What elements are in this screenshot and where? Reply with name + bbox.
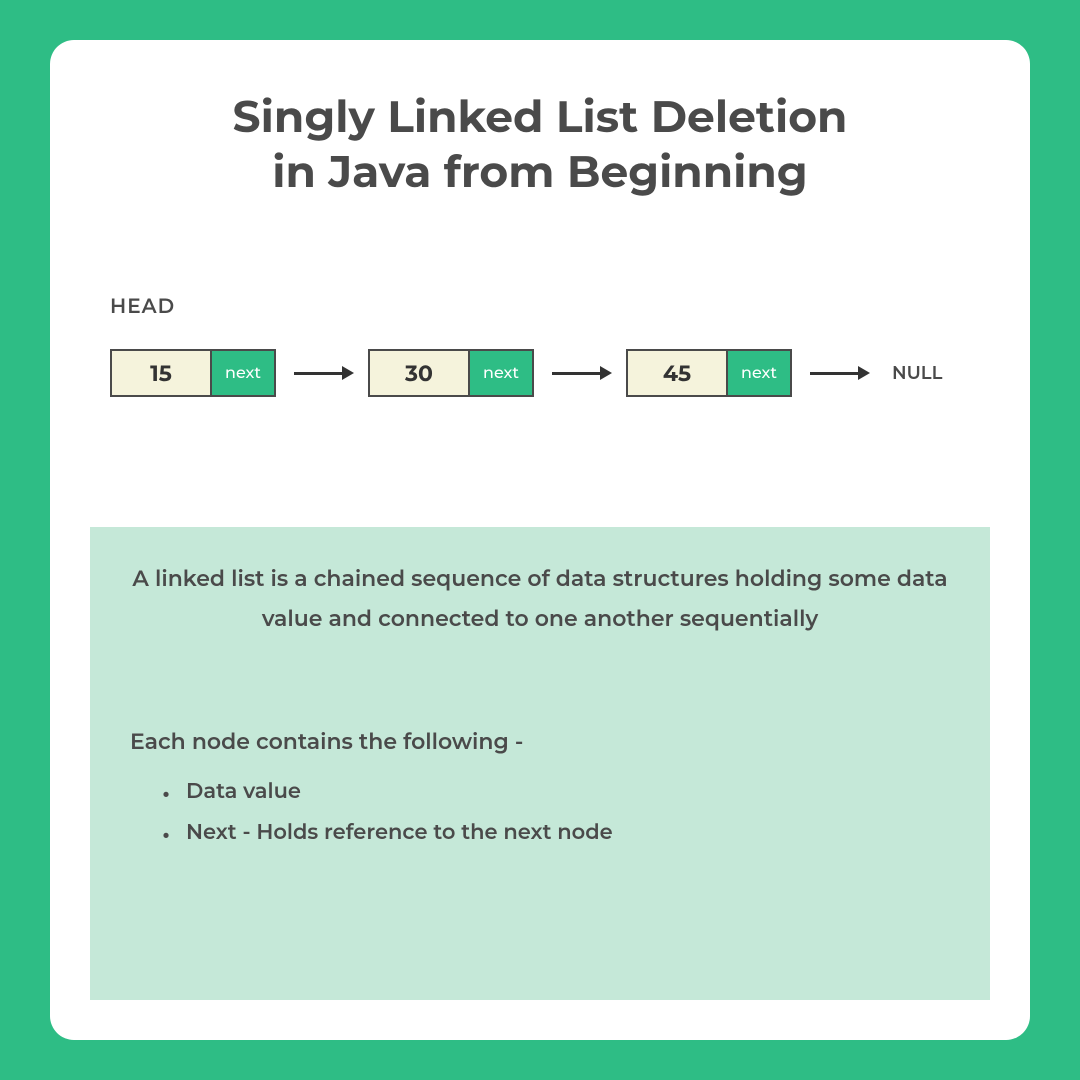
list-item: Data value [162,779,950,804]
node-value: 45 [628,351,728,395]
subtitle-text: Each node contains the following - [130,728,950,755]
node-next-pointer: next [212,351,274,395]
node-2: 30 next [368,349,534,397]
linked-list-nodes: 15 next 30 next 45 next [110,349,990,397]
node-value: 30 [370,351,470,395]
arrow-icon [552,366,612,380]
title-line-2: in Java from Beginning [272,145,808,199]
arrow-icon [294,366,354,380]
null-label: NULL [892,362,942,384]
page-title: Singly Linked List Deletion in Java from… [90,90,990,200]
linked-list-diagram: HEAD 15 next 30 next [90,295,990,397]
node-next-pointer: next [728,351,790,395]
title-line-1: Singly Linked List Deletion [233,90,848,144]
node-value: 15 [112,351,212,395]
arrow-icon [810,366,870,380]
info-panel: A linked list is a chained sequence of d… [90,527,990,1000]
head-label: HEAD [110,295,990,319]
node-next-pointer: next [470,351,532,395]
content-card: Singly Linked List Deletion in Java from… [50,40,1030,1040]
node-1: 15 next [110,349,276,397]
list-item: Next - Holds reference to the next node [162,820,950,845]
node-3: 45 next [626,349,792,397]
description-text: A linked list is a chained sequence of d… [130,559,950,638]
bullet-list: Data value Next - Holds reference to the… [130,779,950,845]
